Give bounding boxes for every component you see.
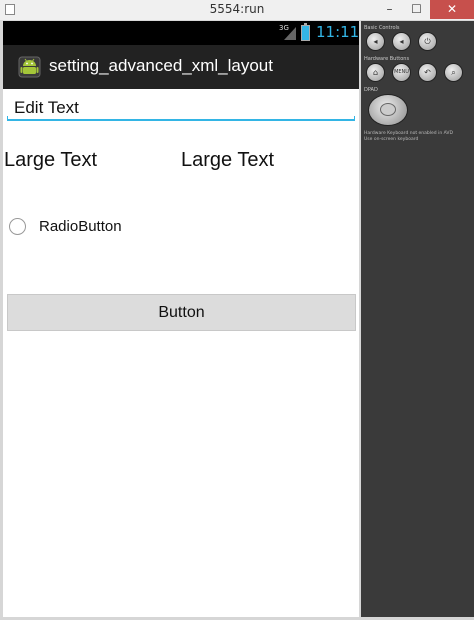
action-bar: setting_advanced_xml_layout — [3, 45, 359, 89]
basic-controls-label: Basic Controls — [364, 25, 400, 31]
large-text-2: Large Text — [181, 149, 275, 171]
search-icon[interactable]: ⌕ — [444, 63, 463, 82]
edit-text-underline — [7, 116, 355, 121]
app-title: setting_advanced_xml_layout — [49, 56, 273, 75]
android-icon[interactable] — [17, 55, 42, 79]
keyboard-note: Hardware Keyboard not enabled in AVD Use… — [364, 131, 453, 143]
menu-icon[interactable]: MENU — [392, 63, 411, 82]
edit-text-field[interactable] — [7, 95, 355, 121]
home-icon[interactable]: ⌂ — [366, 63, 385, 82]
close-button[interactable]: ✕ — [430, 0, 474, 19]
minimize-button[interactable]: – — [376, 0, 403, 19]
maximize-button[interactable]: ☐ — [403, 0, 430, 19]
keyboard-note-line-2: Use on-screen keyboard — [364, 137, 419, 142]
volume-up-icon[interactable]: ◂ — [392, 32, 411, 51]
signal-icon — [284, 27, 296, 40]
emulator-screen[interactable]: 3G 11:11 setting_advanced_xml_layout Lar… — [3, 21, 359, 617]
window-title-bar: 5554:run – ☐ ✕ — [0, 0, 474, 21]
hardware-buttons-label: Hardware Buttons — [364, 56, 410, 62]
radio-button[interactable]: RadioButton — [9, 217, 209, 239]
radio-circle-icon[interactable] — [9, 218, 26, 235]
status-bar: 3G 11:11 — [3, 21, 359, 45]
status-time: 11:11 — [316, 23, 360, 41]
radio-button-label: RadioButton — [39, 218, 122, 235]
battery-icon — [301, 23, 310, 41]
dpad-center-button[interactable] — [380, 103, 396, 116]
power-icon[interactable]: ⏻ — [418, 32, 437, 51]
large-text-1: Large Text — [4, 149, 98, 171]
emulator-controls-panel: Basic Controls ◂ ◂ ⏻ Hardware Buttons ⌂ … — [361, 21, 474, 617]
volume-down-icon[interactable]: ◂ — [366, 32, 385, 51]
dpad-label: DPAD — [364, 87, 378, 93]
main-button[interactable]: Button — [7, 294, 356, 331]
dpad-icon[interactable] — [368, 94, 408, 126]
back-icon[interactable]: ↶ — [418, 63, 437, 82]
